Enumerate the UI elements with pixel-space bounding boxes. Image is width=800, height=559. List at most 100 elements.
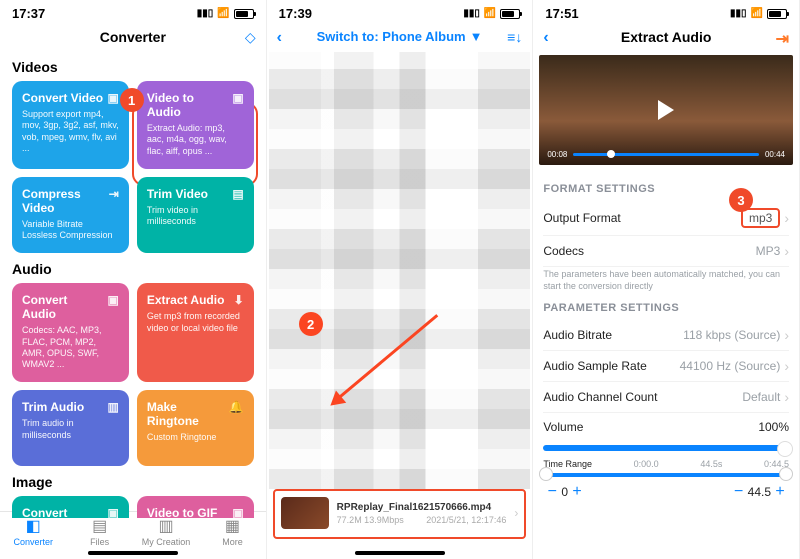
row-bitrate[interactable]: Audio Bitrate 118 kbps (Source)› — [543, 320, 789, 351]
export-icon[interactable]: ⇥ — [776, 29, 789, 49]
play-icon[interactable] — [658, 100, 674, 120]
filter-icon[interactable]: ≡↓ — [507, 29, 522, 45]
card-convert-video[interactable]: Convert Video▣ Support export mp4, mov, … — [12, 81, 129, 169]
header: ‹ Extract Audio ⇥ — [533, 23, 799, 51]
card-make-ringtone[interactable]: Make Ringtone🔔 Custom Ringtone — [137, 390, 254, 466]
volume-slider[interactable] — [543, 445, 789, 451]
callout-arrow — [337, 314, 439, 400]
header: Converter ◇ — [0, 23, 266, 51]
output-format-value: mp3 — [741, 208, 780, 228]
bell-icon: 🔔 — [229, 400, 244, 414]
time-range-mid: 44.5s — [700, 459, 722, 469]
parameter-settings-header: PARAMETER SETTINGS — [543, 302, 789, 314]
card-trim-audio[interactable]: Trim Audio▥ Trim audio in milliseconds — [12, 390, 129, 466]
status-icons: ▮▮▯ 📶 — [730, 8, 787, 19]
time-current: 00:08 — [547, 150, 567, 159]
card-convert-image[interactable]: Convert Image▣ — [12, 496, 129, 518]
signal-icon: ▮▮▯ — [197, 8, 214, 19]
end-minus-button[interactable]: − — [730, 483, 748, 501]
status-time: 17:51 — [545, 6, 578, 21]
card-video-to-gif[interactable]: Video to GIF▣ — [137, 496, 254, 518]
battery-icon — [234, 9, 254, 19]
more-icon: ▦ — [199, 516, 265, 536]
gif-icon: ▣ — [232, 506, 243, 518]
chevron-right-icon: › — [784, 210, 789, 226]
screen-converter: 17:37 ▮▮▯ 📶 Converter ◇ 1 Videos Convert… — [0, 0, 267, 559]
file-row[interactable]: RPReplay_Final1621570666.mp4 77.2M 13.9M… — [273, 489, 527, 539]
chevron-right-icon: › — [784, 327, 789, 343]
row-codecs[interactable]: Codecs MP3› — [543, 236, 789, 267]
creation-icon: ▥ — [133, 516, 199, 536]
compress-icon: ⇥ — [109, 187, 119, 201]
wifi-icon: 📶 — [484, 8, 496, 19]
wifi-icon: 📶 — [217, 8, 229, 19]
time-range-slider[interactable] — [543, 473, 789, 477]
row-channel-count[interactable]: Audio Channel Count Default› — [543, 382, 789, 413]
back-icon[interactable]: ‹ — [543, 29, 548, 47]
card-trim-video[interactable]: Trim Video▤ Trim video in milliseconds — [137, 177, 254, 254]
status-bar: 17:39 ▮▮▯ 📶 — [267, 0, 533, 23]
page-title: Extract Audio — [621, 29, 712, 45]
screen-album: 17:39 ▮▮▯ 📶 ‹ Switch to: Phone Album ▼ ≡… — [267, 0, 534, 559]
file-size: 77.2M 13.9Mbps — [337, 515, 404, 525]
back-icon[interactable]: ‹ — [277, 29, 282, 47]
wifi-icon: 📶 — [751, 8, 763, 19]
tab-more[interactable]: ▦More — [199, 516, 265, 547]
time-duration: 00:44 — [765, 150, 785, 159]
card-video-to-audio[interactable]: Video to Audio▣ Extract Audio: mp3, aac,… — [137, 81, 254, 169]
battery-icon — [767, 9, 787, 19]
section-audio: Audio — [0, 253, 266, 283]
premium-icon[interactable]: ◇ — [245, 29, 256, 46]
status-time: 17:39 — [279, 6, 312, 21]
card-convert-audio[interactable]: Convert Audio▣ Codecs: AAC, MP3, FLAC, P… — [12, 283, 129, 382]
audio-extract-icon: ▣ — [232, 91, 243, 105]
status-bar: 17:51 ▮▮▯ 📶 — [533, 0, 799, 23]
section-videos: Videos — [0, 51, 266, 81]
convert-tab-icon: ◧ — [0, 516, 66, 536]
chevron-right-icon: › — [784, 243, 789, 259]
battery-icon — [500, 9, 520, 19]
chevron-right-icon: › — [784, 389, 789, 405]
status-bar: 17:37 ▮▮▯ 📶 — [0, 0, 266, 23]
end-plus-button[interactable]: + — [771, 483, 789, 501]
start-minus-button[interactable]: − — [543, 483, 561, 501]
card-extract-audio[interactable]: Extract Audio⬇ Get mp3 from recorded vid… — [137, 283, 254, 382]
trim-icon: ▤ — [232, 187, 243, 201]
chevron-right-icon: › — [514, 506, 518, 520]
tab-converter[interactable]: ◧Converter — [0, 516, 66, 547]
header: ‹ Switch to: Phone Album ▼ ≡↓ — [267, 23, 533, 50]
file-thumbnail — [281, 497, 329, 529]
tab-files[interactable]: ▤Files — [66, 516, 132, 547]
signal-icon: ▮▮▯ — [463, 8, 480, 19]
scrub-track[interactable] — [573, 153, 759, 156]
file-date: 2021/5/21, 12:17:46 — [426, 515, 506, 525]
settings: FORMAT SETTINGS Output Format mp3› Codec… — [533, 169, 799, 505]
callout-badge-1: 1 — [120, 88, 144, 112]
signal-icon: ▮▮▯ — [730, 8, 747, 19]
card-compress-video[interactable]: Compress Video⇥ Variable Bitrate Lossles… — [12, 177, 129, 254]
download-icon: ⬇ — [234, 293, 244, 307]
audio-icon: ▣ — [107, 293, 118, 307]
file-meta: RPReplay_Final1621570666.mp4 77.2M 13.9M… — [337, 502, 507, 525]
video-preview[interactable]: 00:08 00:44 — [539, 55, 793, 165]
tab-my-creation[interactable]: ▥My Creation — [133, 516, 199, 547]
album-switch-button[interactable]: Switch to: Phone Album ▼ — [317, 29, 483, 44]
video-scrubber[interactable]: 00:08 00:44 — [547, 150, 785, 159]
status-time: 17:37 — [12, 6, 45, 21]
row-output-format[interactable]: Output Format mp3› — [543, 201, 789, 236]
format-settings-header: FORMAT SETTINGS — [543, 183, 789, 195]
dropdown-icon: ▼ — [470, 29, 483, 44]
home-indicator — [88, 551, 178, 555]
row-volume: Volume 100% — [543, 413, 789, 441]
image-icon: ▣ — [107, 506, 118, 518]
time-steppers: − 0 + − 44.5 + — [543, 483, 789, 501]
album-grid[interactable]: 2 — [269, 52, 531, 489]
screen-extract: 17:51 ▮▮▯ 📶 ‹ Extract Audio ⇥ 00:08 00:4… — [533, 0, 800, 559]
chevron-right-icon: › — [784, 358, 789, 374]
file-name: RPReplay_Final1621570666.mp4 — [337, 502, 507, 513]
end-value: 44.5 — [748, 485, 771, 499]
row-sample-rate[interactable]: Audio Sample Rate 44100 Hz (Source)› — [543, 351, 789, 382]
start-plus-button[interactable]: + — [568, 483, 586, 501]
home-indicator — [355, 551, 445, 555]
audio-grid: Convert Audio▣ Codecs: AAC, MP3, FLAC, P… — [0, 283, 266, 466]
